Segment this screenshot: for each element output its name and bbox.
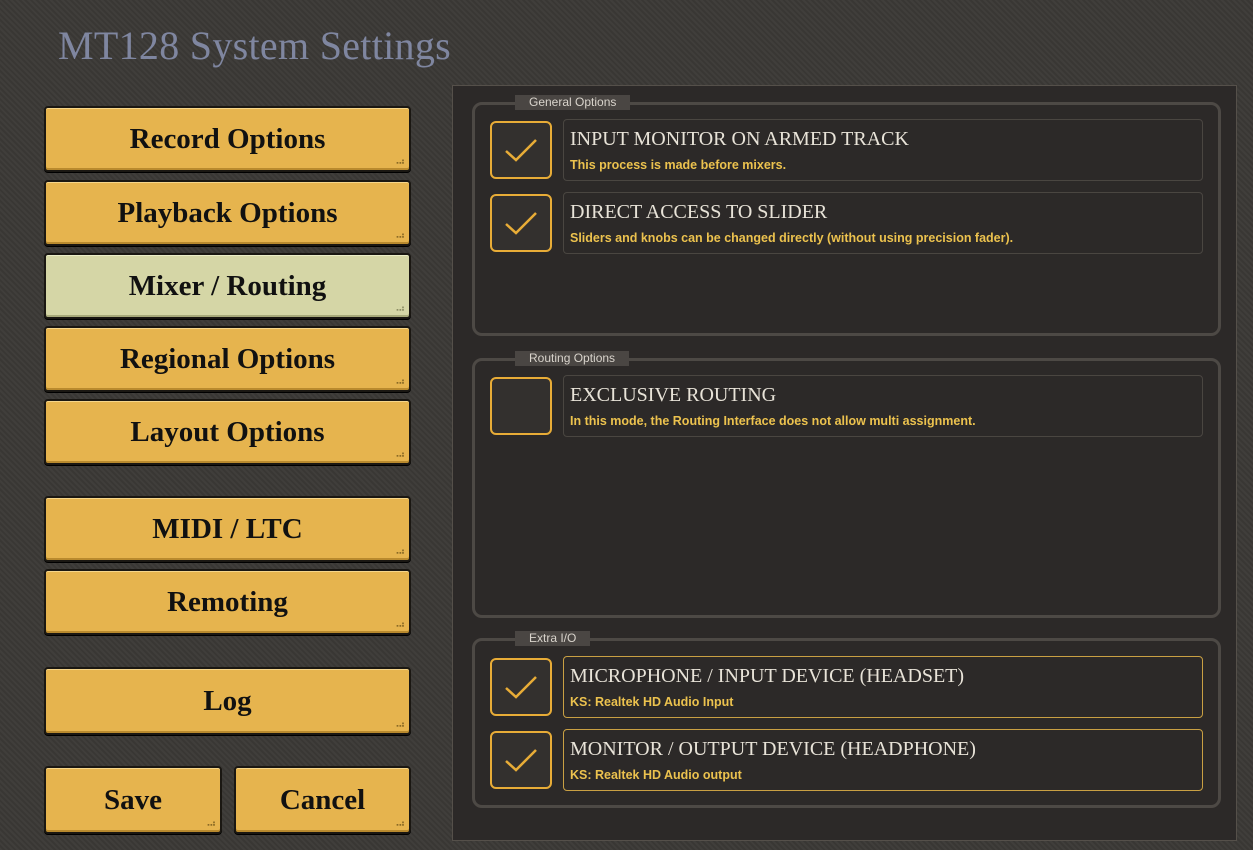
option-exclusive-routing[interactable]: EXCLUSIVE ROUTING In this mode, the Rout… — [563, 375, 1203, 437]
direct-access-checkbox[interactable] — [490, 194, 552, 252]
nav-label: Mixer / Routing — [128, 269, 327, 302]
group-label: Extra I/O — [515, 631, 591, 646]
nav-remoting[interactable]: Remoting ⠠⠴ — [44, 569, 411, 635]
option-title: MONITOR / OUTPUT DEVICE (HEADPHONE) — [570, 738, 976, 760]
nav-regional-options[interactable]: Regional Options ⠠⠴ — [44, 326, 411, 392]
nav-label: Record Options — [129, 122, 326, 155]
resize-grip-icon: ⠠⠴ — [392, 546, 405, 556]
input-monitor-checkbox[interactable] — [490, 121, 552, 179]
checkmark-icon — [505, 212, 537, 235]
nav-layout-options[interactable]: Layout Options ⠠⠴ — [44, 399, 411, 465]
checkmark-icon — [505, 676, 537, 699]
window-title: MT128 System Settings — [58, 23, 451, 68]
nav-label: Layout Options — [130, 415, 325, 448]
option-direct-access[interactable]: DIRECT ACCESS TO SLIDER Sliders and knob… — [563, 192, 1203, 254]
option-monitor-device[interactable]: MONITOR / OUTPUT DEVICE (HEADPHONE) KS: … — [563, 729, 1203, 791]
option-desc: KS: Realtek HD Audio Input — [570, 695, 734, 709]
option-title: MICROPHONE / INPUT DEVICE (HEADSET) — [570, 665, 965, 687]
group-label: Routing Options — [515, 351, 630, 366]
option-title: INPUT MONITOR ON ARMED TRACK — [570, 128, 909, 150]
nav-mixer-routing[interactable]: Mixer / Routing ⠠⠴ — [44, 253, 411, 319]
microphone-checkbox[interactable] — [490, 658, 552, 716]
nav-label: Remoting — [167, 585, 288, 618]
nav-label: MIDI / LTC — [152, 512, 303, 545]
nav-midi-ltc[interactable]: MIDI / LTC ⠠⠴ — [44, 496, 411, 562]
nav-record-options[interactable]: Record Options ⠠⠴ — [44, 106, 411, 172]
save-button[interactable]: Save ⠠⠴ — [44, 766, 222, 834]
nav-log[interactable]: Log ⠠⠴ — [44, 667, 411, 735]
option-microphone-device[interactable]: MICROPHONE / INPUT DEVICE (HEADSET) KS: … — [563, 656, 1203, 718]
option-input-monitor[interactable]: INPUT MONITOR ON ARMED TRACK This proces… — [563, 119, 1203, 181]
monitor-output-checkbox[interactable] — [490, 731, 552, 789]
nav-playback-options[interactable]: Playback Options ⠠⠴ — [44, 180, 411, 246]
exclusive-routing-checkbox[interactable] — [490, 377, 552, 435]
resize-grip-icon: ⠠⠴ — [392, 303, 405, 313]
resize-grip-icon: ⠠⠴ — [203, 818, 216, 828]
option-desc: In this mode, the Routing Interface does… — [570, 414, 976, 428]
cancel-label: Cancel — [279, 783, 366, 816]
resize-grip-icon: ⠠⠴ — [392, 619, 405, 629]
option-desc: This process is made before mixers. — [570, 158, 787, 172]
group-label: General Options — [515, 95, 631, 110]
resize-grip-icon: ⠠⠴ — [392, 230, 405, 240]
save-label: Save — [104, 783, 162, 816]
option-title: EXCLUSIVE ROUTING — [570, 384, 777, 406]
resize-grip-icon: ⠠⠴ — [392, 156, 405, 166]
cancel-button[interactable]: Cancel ⠠⠴ — [234, 766, 411, 834]
resize-grip-icon: ⠠⠴ — [392, 449, 405, 459]
resize-grip-icon: ⠠⠴ — [392, 376, 405, 386]
option-title: DIRECT ACCESS TO SLIDER — [570, 201, 828, 223]
checkmark-icon — [505, 139, 537, 162]
checkmark-icon — [505, 749, 537, 772]
option-desc: KS: Realtek HD Audio output — [570, 768, 742, 782]
option-desc: Sliders and knobs can be changed directl… — [570, 231, 1014, 245]
settings-window: MT128 System Settings Record Options ⠠⠴ … — [0, 0, 1253, 850]
resize-grip-icon: ⠠⠴ — [392, 719, 405, 729]
resize-grip-icon: ⠠⠴ — [392, 818, 405, 828]
nav-label: Playback Options — [117, 196, 338, 229]
nav-label: Regional Options — [119, 342, 336, 375]
nav-label: Log — [203, 684, 252, 717]
